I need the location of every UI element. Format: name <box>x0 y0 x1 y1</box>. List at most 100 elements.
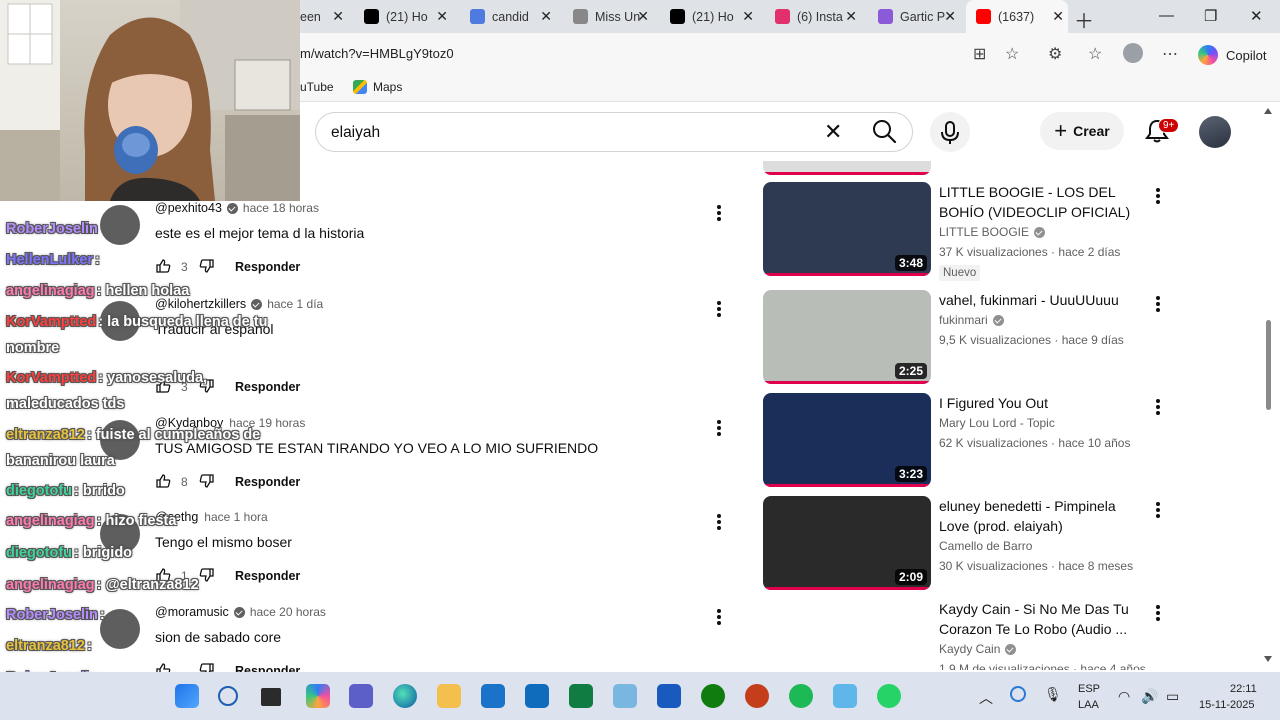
video-more-icon[interactable] <box>1153 500 1163 520</box>
browser-tab[interactable]: Gartic P ✕ <box>868 0 960 33</box>
scrollbar-thumb[interactable] <box>1266 320 1271 410</box>
comment-time[interactable]: hace 18 horas <box>243 201 319 215</box>
account-avatar[interactable] <box>1199 116 1231 148</box>
task-view-icon[interactable] <box>261 688 281 706</box>
comment-more-icon[interactable] <box>714 418 724 438</box>
dislike-icon[interactable] <box>199 258 217 276</box>
dislike-icon[interactable] <box>199 473 217 491</box>
app-available-icon[interactable]: ⊞ <box>973 44 986 64</box>
browser-tab[interactable]: (6) Insta ✕ <box>765 0 861 33</box>
comment-more-icon[interactable] <box>714 299 724 319</box>
video-channel[interactable]: Kaydy Cain <box>939 642 1021 656</box>
notepad-icon[interactable] <box>833 684 857 708</box>
close-tab-icon[interactable]: ✕ <box>944 8 956 25</box>
powerpoint-icon[interactable] <box>745 684 769 708</box>
close-tab-icon[interactable]: ✕ <box>845 8 857 25</box>
like-icon[interactable] <box>155 258 173 276</box>
comment-author[interactable]: @pexhito43 <box>155 201 222 215</box>
microphone-icon[interactable] <box>930 112 970 152</box>
video-channel[interactable]: fukinmari <box>939 313 1009 327</box>
excel-icon[interactable] <box>569 684 593 708</box>
copilot-button[interactable]: Copilot <box>1198 45 1266 65</box>
extensions-icon[interactable]: ⚙ <box>1048 44 1062 64</box>
video-title[interactable]: I Figured You Out <box>939 393 1139 413</box>
video-more-icon[interactable] <box>1153 294 1163 314</box>
recommendation[interactable]: 2:09 eluney benedetti - Pimpinela Love (p… <box>763 496 1183 596</box>
close-tab-icon[interactable]: ✕ <box>637 8 649 25</box>
search-icon[interactable] <box>866 114 906 150</box>
clear-search-icon[interactable]: ✕ <box>824 119 842 145</box>
recommendation[interactable]: 2:25 vahel, fukinmari - UuuUUuuu fukinmari… <box>763 290 1183 390</box>
new-tab-button[interactable]: ＋ <box>1074 5 1094 34</box>
video-more-icon[interactable] <box>1153 186 1163 206</box>
video-channel[interactable]: Mary Lou Lord - Topic <box>939 416 1055 430</box>
reply-button[interactable]: Responder <box>235 569 300 583</box>
browser-tab[interactable]: (21) Ho ✕ <box>660 0 758 33</box>
file-explorer-icon[interactable] <box>437 684 461 708</box>
video-channel[interactable]: LITTLE BOOGIE <box>939 225 1050 239</box>
video-title[interactable]: eluney benedetti - Pimpinela Love (prod.… <box>939 496 1139 536</box>
app-icon[interactable] <box>613 684 637 708</box>
reply-button[interactable]: Responder <box>235 475 300 489</box>
word-icon[interactable] <box>657 684 681 708</box>
recommendation-partial[interactable] <box>763 161 1183 175</box>
comment-more-icon[interactable] <box>714 512 724 532</box>
keyboard-layout[interactable]: LAA <box>1078 699 1099 711</box>
reply-button[interactable]: Responder <box>235 380 300 394</box>
close-tab-icon[interactable]: ✕ <box>742 8 754 25</box>
dislike-icon[interactable] <box>199 567 217 585</box>
browser-tab[interactable]: (21) Ho ✕ <box>354 0 452 33</box>
whatsapp-icon[interactable] <box>877 684 901 708</box>
minimize-icon[interactable]: — <box>1159 7 1174 24</box>
recommendation[interactable]: 3:48 LITTLE BOOGIE - LOS DEL BOHÍO (VIDEO… <box>763 182 1183 282</box>
taskbar-search-icon[interactable] <box>218 686 238 706</box>
restore-icon[interactable]: ❐ <box>1204 7 1217 25</box>
volume-icon[interactable]: 🔊 <box>1141 688 1158 705</box>
video-thumbnail[interactable]: 3:23 <box>763 393 931 487</box>
video-title[interactable]: LITTLE BOOGIE - LOS DEL BOHÍO (VIDEOCLIP… <box>939 182 1139 222</box>
edge-icon[interactable] <box>393 684 417 708</box>
clock-date[interactable]: 15-11-2025 <box>1199 699 1254 711</box>
sync-icon[interactable] <box>1010 686 1026 702</box>
close-tab-icon[interactable]: ✕ <box>540 8 552 25</box>
language-indicator[interactable]: ESP <box>1078 683 1100 695</box>
comment-time[interactable]: hace 20 horas <box>250 605 326 619</box>
store-icon[interactable] <box>481 684 505 708</box>
comment-time[interactable]: hace 1 hora <box>204 510 267 524</box>
comment-author[interactable]: @moramusic <box>155 605 229 619</box>
browser-tab[interactable]: Miss Un ✕ <box>563 0 653 33</box>
video-thumbnail[interactable]: 2:25 <box>763 290 931 384</box>
favorite-youtube[interactable]: uTube <box>300 80 334 94</box>
comment-more-icon[interactable] <box>714 607 724 627</box>
video-thumbnail[interactable]: 3:48 <box>763 182 931 276</box>
teams-icon[interactable] <box>349 684 373 708</box>
video-channel[interactable]: Camello de Barro <box>939 539 1032 553</box>
comment-more-icon[interactable] <box>714 203 724 223</box>
comment-avatar[interactable] <box>100 609 140 649</box>
comment-time[interactable]: hace 1 día <box>267 297 323 311</box>
browser-tab[interactable]: een ✕ <box>298 0 348 33</box>
video-more-icon[interactable] <box>1153 603 1163 623</box>
more-menu-icon[interactable]: ⋯ <box>1162 44 1178 64</box>
xbox-icon[interactable] <box>701 684 725 708</box>
favorite-maps[interactable]: Maps <box>353 80 402 94</box>
favorites-icon[interactable]: ☆ <box>1088 44 1102 64</box>
comment-avatar[interactable] <box>100 205 140 245</box>
video-title[interactable]: Kaydy Cain - Si No Me Das Tu Corazon Te … <box>939 599 1139 639</box>
recommendation[interactable]: Kaydy Cain - Si No Me Das Tu Corazon Te … <box>763 599 1183 670</box>
spotify-icon[interactable] <box>789 684 813 708</box>
close-tab-icon[interactable]: ✕ <box>332 8 344 25</box>
close-tab-icon[interactable]: ✕ <box>436 8 448 25</box>
battery-icon[interactable]: ▭ <box>1166 688 1179 705</box>
favorite-star-icon[interactable]: ☆ <box>1005 44 1019 64</box>
like-icon[interactable] <box>155 473 173 491</box>
clock-time[interactable]: 22:11 <box>1230 683 1257 695</box>
browser-tab[interactable]: candid ✕ <box>460 0 556 33</box>
microphone-tray-icon[interactable]: 🎙 <box>1044 686 1062 703</box>
video-thumbnail[interactable]: 2:09 <box>763 496 931 590</box>
close-tab-icon[interactable]: ✕ <box>1052 8 1064 25</box>
mail-icon[interactable] <box>525 684 549 708</box>
recommendation[interactable]: 3:23 I Figured You Out Mary Lou Lord - Top… <box>763 393 1183 493</box>
video-title[interactable]: vahel, fukinmari - UuuUUuuu <box>939 290 1139 310</box>
copilot-taskbar-icon[interactable] <box>306 684 330 708</box>
